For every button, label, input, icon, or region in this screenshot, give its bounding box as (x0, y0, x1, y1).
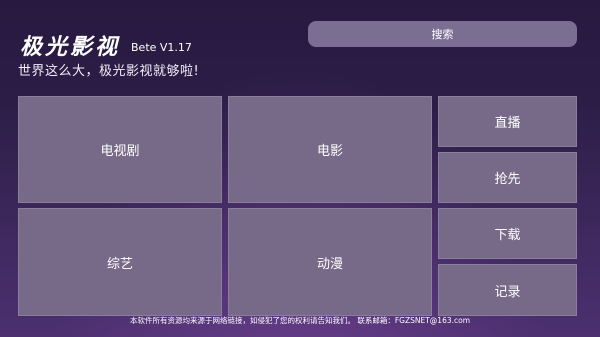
tile-anime[interactable]: 动漫 (228, 208, 432, 316)
tile-movie[interactable]: 电影 (228, 96, 432, 203)
app-logo: 极光影视 (20, 34, 121, 60)
tile-variety[interactable]: 综艺 (18, 208, 222, 316)
tile-preview-label: 抢先 (494, 172, 521, 187)
tile-live-label: 直播 (494, 116, 521, 131)
version-label: Bete V1.17 (131, 41, 192, 54)
footer-notice: 本软件所有资源均来源于网络链接，如侵犯了您的权利请告知我们。 联系邮箱：FGZS… (129, 316, 471, 325)
tile-download-label: 下载 (494, 228, 521, 243)
tile-preview[interactable]: 抢先 (438, 152, 577, 203)
app-slogan: 世界这么大，极光影视就够啦! (18, 64, 200, 79)
tile-movie-label: 电影 (316, 144, 343, 159)
tile-history[interactable]: 记录 (438, 264, 577, 316)
tile-tv-series-label: 电视剧 (100, 144, 140, 159)
tile-live[interactable]: 直播 (438, 96, 577, 147)
search-label: 搜索 (431, 28, 454, 41)
tile-tv-series[interactable]: 电视剧 (18, 96, 222, 203)
tile-anime-label: 动漫 (316, 256, 343, 272)
search-bar[interactable]: 搜索 (308, 21, 577, 47)
tile-download[interactable]: 下载 (438, 208, 577, 259)
tile-variety-label: 综艺 (106, 256, 133, 272)
tile-history-label: 记录 (494, 284, 521, 300)
